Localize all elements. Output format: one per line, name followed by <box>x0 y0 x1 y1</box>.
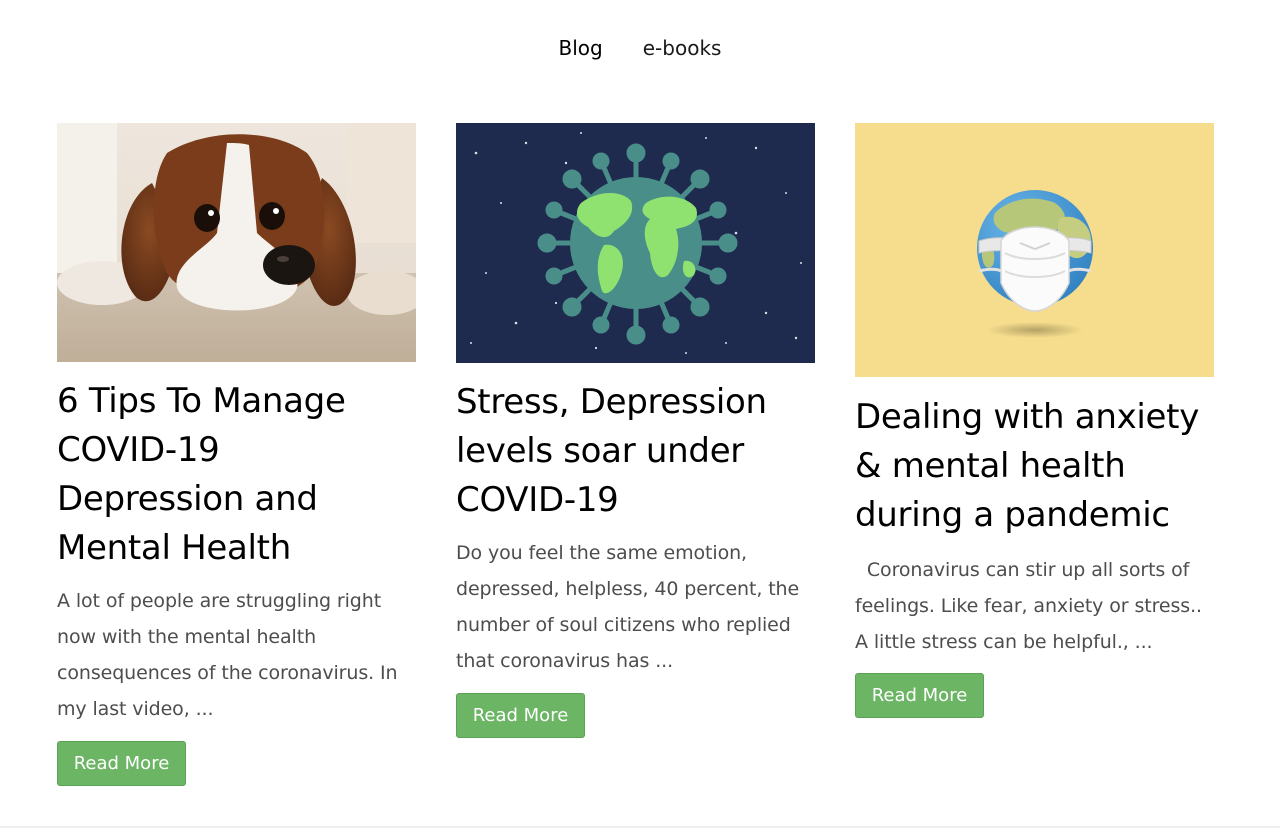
post-excerpt: Do you feel the same emotion, depressed,… <box>456 542 800 672</box>
post-card: 6 Tips To Manage COVID-19 Depression and… <box>57 123 416 786</box>
post-card: Dealing with anxiety & mental health dur… <box>855 123 1214 718</box>
read-more-button[interactable]: Read More <box>456 693 585 738</box>
nav-ebooks-link[interactable]: e-books <box>643 34 722 62</box>
post-excerpt: Coronavirus can stir up all sorts of fee… <box>855 552 1214 660</box>
top-nav: Blog e-books <box>0 34 1280 62</box>
post-title[interactable]: 6 Tips To Manage COVID-19 Depression and… <box>57 377 416 573</box>
post-card: Stress, Depression levels soar under COV… <box>456 123 815 738</box>
post-image-virus-globe[interactable] <box>456 123 815 363</box>
read-more-button[interactable]: Read More <box>855 673 984 718</box>
post-title[interactable]: Dealing with anxiety & mental health dur… <box>855 393 1214 540</box>
post-image-globe-mask[interactable] <box>855 123 1214 377</box>
post-title[interactable]: Stress, Depression levels soar under COV… <box>456 378 815 525</box>
post-image-dog[interactable] <box>57 123 416 362</box>
post-excerpt: A lot of people are struggling right now… <box>57 590 398 720</box>
post-excerpt-text: Coronavirus can stir up all sorts of fee… <box>855 559 1202 653</box>
read-more-button[interactable]: Read More <box>57 741 186 786</box>
nav-blog-link[interactable]: Blog <box>559 34 603 62</box>
